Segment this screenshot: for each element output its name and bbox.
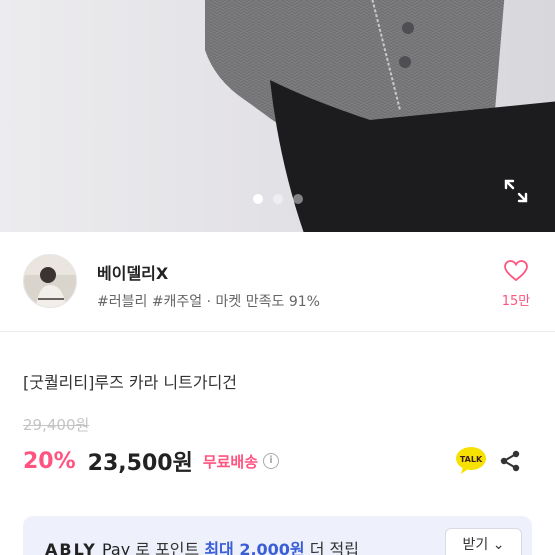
banner-text-after: 더 적립 <box>304 540 359 555</box>
price-row: 20% 23,500원 무료배송 i <box>23 446 280 476</box>
ably-logo: ABLY <box>45 540 97 555</box>
ably-pay-banner[interactable]: ABLY Pay 로 포인트 최대 2,000원 더 적립 받기 ⌄ <box>23 516 532 555</box>
banner-text-before: 로 포인트 <box>130 540 205 555</box>
gallery-dot-active[interactable] <box>252 194 263 204</box>
receive-points-button[interactable]: 받기 ⌄ <box>445 528 522 555</box>
pay-label: Pay <box>101 540 131 555</box>
kakao-talk-icon[interactable]: TALK <box>455 446 487 476</box>
seller-name[interactable]: 베이델리X <box>97 260 168 284</box>
banner-highlight: 최대 2,000원 <box>204 540 305 555</box>
original-price: 29,400원 <box>23 416 90 434</box>
like-count: 15만 <box>501 294 531 309</box>
share-icon[interactable] <box>498 449 522 473</box>
pants-graphic <box>270 80 555 232</box>
seller-section[interactable]: 베이델리X #러블리 #캐주얼 · 마켓 만족도 91% 15만 <box>0 232 555 332</box>
product-title: [굿퀄리티]루즈 카라 니트가디건 <box>23 373 238 392</box>
product-image[interactable] <box>0 0 555 232</box>
discount-rate: 20% <box>23 448 76 474</box>
banner-text: ABLY Pay 로 포인트 최대 2,000원 더 적립 <box>45 536 359 555</box>
gallery-dot[interactable] <box>292 194 303 204</box>
expand-icon[interactable] <box>503 178 529 204</box>
seller-tags: #러블리 #캐주얼 · 마켓 만족도 91% <box>97 294 320 310</box>
talk-label: TALK <box>460 455 483 464</box>
sale-price: 23,500원 <box>87 451 193 476</box>
free-shipping-badge: 무료배송 <box>202 452 259 471</box>
gallery-indicator <box>0 194 555 204</box>
seller-avatar[interactable] <box>23 254 77 308</box>
heart-icon <box>504 260 528 282</box>
like-button[interactable]: 15만 <box>496 260 536 309</box>
gallery-dot[interactable] <box>272 194 283 204</box>
info-icon[interactable]: i <box>263 453 280 469</box>
